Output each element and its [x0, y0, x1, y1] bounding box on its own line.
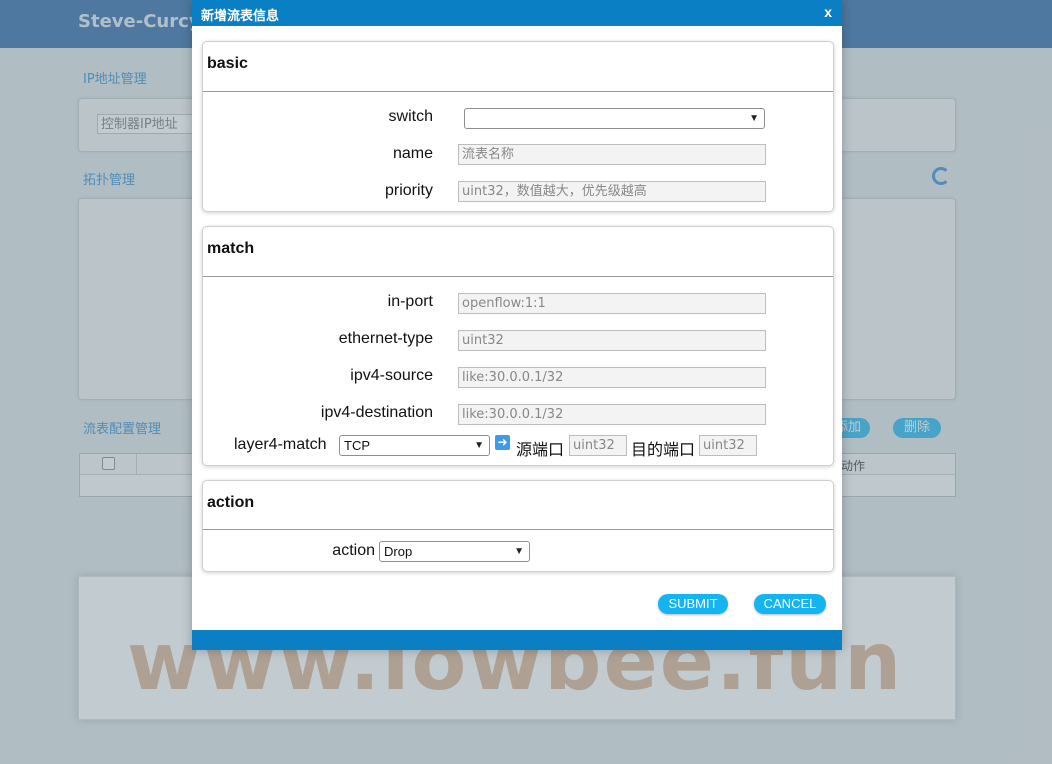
- switch-label: switch: [388, 108, 433, 125]
- close-icon[interactable]: x: [824, 4, 832, 20]
- basic-card-title: basic: [207, 55, 248, 72]
- ipv4-source-input[interactable]: like:30.0.0.1/32: [458, 367, 766, 388]
- switch-select[interactable]: ▼: [464, 108, 765, 129]
- source-port-label: 源端口: [516, 442, 565, 459]
- action-value: Drop: [384, 544, 413, 559]
- ethernet-type-label: ethernet-type: [338, 330, 433, 347]
- priority-label: priority: [384, 182, 433, 199]
- cancel-button[interactable]: CANCEL: [754, 594, 826, 614]
- name-input[interactable]: 流表名称: [458, 144, 766, 165]
- basic-card: basic switch ▼ name 流表名称 priority uint32…: [202, 41, 834, 212]
- name-label: name: [392, 145, 433, 162]
- dialog-footer-bar: [192, 630, 842, 650]
- basic-divider: [203, 91, 833, 92]
- action-divider: [203, 529, 833, 530]
- ethernet-type-input[interactable]: uint32: [458, 330, 766, 351]
- action-label: action: [332, 542, 375, 559]
- source-port-input[interactable]: uint32: [569, 435, 627, 456]
- match-card-title: match: [207, 240, 255, 257]
- action-card: action action Drop ▼: [202, 480, 834, 572]
- chevron-down-icon: ▼: [749, 113, 759, 124]
- match-divider: [203, 276, 833, 277]
- ipv4-source-label: ipv4-source: [350, 367, 433, 384]
- chevron-down-icon: ▼: [474, 440, 484, 451]
- in-port-input[interactable]: openflow:1:1: [458, 293, 766, 314]
- dest-port-label: 目的端口: [631, 442, 696, 459]
- in-port-label: in-port: [387, 293, 433, 310]
- priority-input[interactable]: uint32，数值越大，优先级越高: [458, 181, 766, 202]
- match-card: match in-port openflow:1:1 ethernet-type…: [202, 226, 834, 466]
- action-card-title: action: [207, 494, 255, 511]
- arrow-right-icon: ➜: [495, 435, 510, 450]
- action-select[interactable]: Drop ▼: [379, 541, 530, 562]
- dest-port-input[interactable]: uint32: [699, 435, 757, 456]
- chevron-down-icon: ▼: [514, 546, 524, 557]
- layer4-match-label: layer4-match: [234, 436, 327, 453]
- dialog-title-bar: 新增流表信息 x: [192, 0, 842, 26]
- dialog-title: 新增流表信息: [201, 9, 280, 24]
- add-flow-dialog: 新增流表信息 x basic switch ▼ name 流表名称 priori…: [192, 0, 842, 650]
- submit-button[interactable]: SUBMIT: [658, 594, 728, 614]
- layer4-match-value: TCP: [344, 438, 370, 453]
- layer4-match-select[interactable]: TCP ▼: [339, 435, 490, 456]
- ipv4-destination-label: ipv4-destination: [320, 404, 433, 421]
- ipv4-destination-input[interactable]: like:30.0.0.1/32: [458, 404, 766, 425]
